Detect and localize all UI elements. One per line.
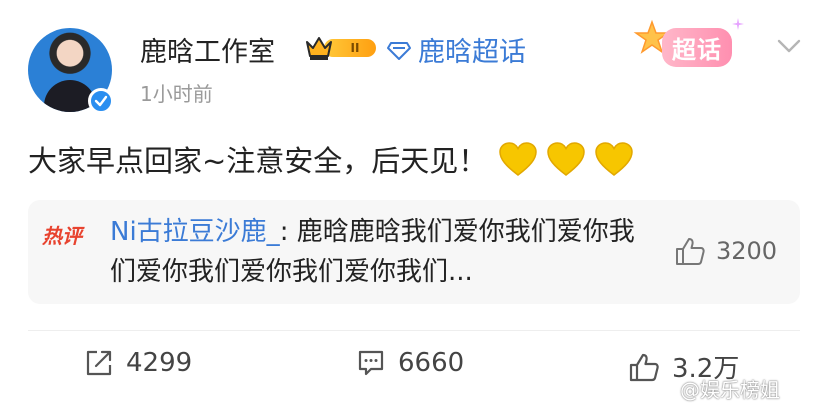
comment-count: 6660 xyxy=(398,348,465,378)
comment-icon xyxy=(358,350,384,376)
comment-author[interactable]: Ni古拉豆沙鹿_ xyxy=(110,217,280,247)
comment-separator: : xyxy=(279,217,297,247)
yellow-heart-icon xyxy=(547,142,586,176)
chaohua-badge[interactable]: 超话 xyxy=(632,18,744,70)
post-text: 大家早点回家~注意安全，后天见！ xyxy=(28,144,488,178)
share-count: 4299 xyxy=(126,348,193,378)
comment-like-count: 3200 xyxy=(716,237,778,265)
hot-comment[interactable]: 热评 Ni古拉豆沙鹿_: 鹿晗鹿晗我们爱你我们爱你我们爱你我们爱你我们爱你我们.… xyxy=(28,200,800,304)
share-icon xyxy=(86,350,112,376)
divider xyxy=(28,330,800,331)
hot-comment-label: 热评 xyxy=(42,224,82,248)
verified-icon xyxy=(88,88,114,114)
chevron-down-icon[interactable] xyxy=(776,36,802,56)
chaohua-label: 超话 xyxy=(662,28,732,67)
member-level-badge[interactable]: II xyxy=(304,34,376,62)
thumbs-up-icon xyxy=(676,238,705,265)
comment-like-button[interactable]: 3200 xyxy=(674,236,777,266)
hot-comment-body: Ni古拉豆沙鹿_: 鹿晗鹿晗我们爱你我们爱你我们爱你我们爱你我们爱你我们... xyxy=(110,212,650,292)
username[interactable]: 鹿晗工作室 xyxy=(140,30,275,69)
topic-link[interactable]: 鹿晗超话 xyxy=(386,30,526,69)
topic-label: 鹿晗超话 xyxy=(418,37,526,68)
watermark: @娱乐榜姐 xyxy=(680,378,780,402)
crown-icon xyxy=(306,37,332,60)
yellow-heart-icon xyxy=(499,142,538,176)
post-content: 大家早点回家~注意安全，后天见！ xyxy=(28,138,641,180)
diamond-icon xyxy=(387,41,411,60)
sparkle-icon xyxy=(732,18,744,30)
yellow-heart-icon xyxy=(595,142,634,176)
share-button[interactable]: 4299 xyxy=(84,348,192,378)
comment-button[interactable]: 6660 xyxy=(356,348,464,378)
avatar[interactable] xyxy=(28,28,114,114)
heart-emojis xyxy=(497,140,641,178)
thumbs-up-icon xyxy=(629,353,659,381)
post-timestamp: 1小时前 xyxy=(140,82,213,106)
